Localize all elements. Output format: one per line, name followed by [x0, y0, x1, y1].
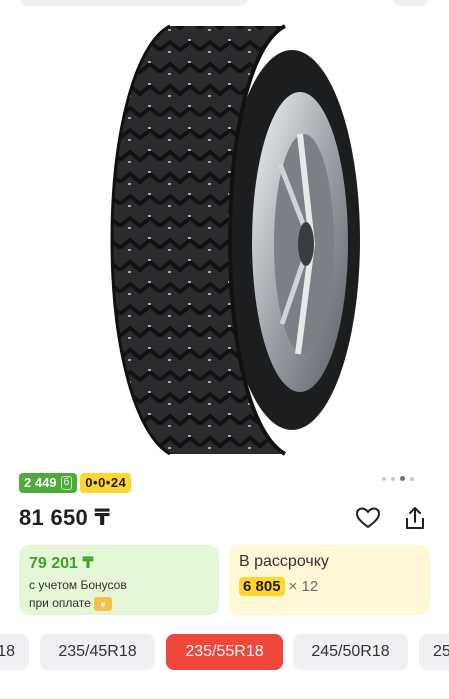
bonus-note-text: при оплате — [29, 596, 91, 610]
installment-title: В рассрочку — [239, 553, 329, 570]
pagination-dot[interactable] — [391, 476, 395, 481]
size-chip-active[interactable]: 235/55R18 — [166, 634, 283, 670]
bonus-note-line1: с учетом Бонусов — [29, 578, 127, 592]
size-selector: 235/45R18 235/45R18 235/55R18 245/50R18 … — [0, 634, 449, 670]
installment-card[interactable]: В рассрочку 6 805 × 12 — [229, 545, 430, 615]
share-button[interactable] — [400, 503, 430, 533]
top-control[interactable] — [19, 0, 249, 6]
size-chip[interactable]: 235/45R18 — [40, 634, 155, 670]
bonus-note: с учетом Бонусов при оплате ● — [29, 576, 209, 612]
size-chip[interactable]: 245/50R18 — [293, 634, 408, 670]
installment-multiplier: × 12 — [288, 578, 319, 595]
bonus-value: 2 449 — [24, 475, 57, 490]
product-price: 81 650 ₸ — [19, 505, 111, 530]
gallery-pagination — [382, 476, 414, 481]
coin-icon: ● — [93, 596, 112, 611]
tire-image — [110, 24, 360, 456]
badges: 2 449 б 0•0•24 — [19, 473, 132, 493]
bonus-badge: 2 449 б — [19, 473, 78, 493]
pagination-dot-active[interactable] — [400, 476, 405, 481]
favorite-button[interactable] — [353, 503, 383, 533]
installment-row: 6 805 × 12 — [239, 577, 420, 596]
installment-badge: 0•0•24 — [80, 473, 132, 493]
pagination-dot[interactable] — [382, 476, 386, 481]
heart-icon — [356, 507, 380, 528]
installment-monthly: 6 805 — [239, 577, 285, 596]
product-image[interactable] — [0, 14, 449, 466]
top-control[interactable] — [392, 0, 430, 6]
size-chip[interactable]: 255/55R18 — [419, 634, 449, 670]
pagination-dot[interactable] — [410, 476, 414, 481]
size-chip[interactable]: 235/45R18 — [0, 634, 29, 670]
bonus-note-line2: при оплате ● — [29, 594, 209, 612]
bonus-icon: б — [60, 476, 73, 490]
bonus-price-card[interactable]: 79 201 ₸ с учетом Бонусов при оплате ● — [19, 545, 219, 615]
top-bar — [0, 0, 449, 12]
share-icon — [406, 507, 424, 529]
bonus-price: 79 201 ₸ — [29, 555, 94, 572]
